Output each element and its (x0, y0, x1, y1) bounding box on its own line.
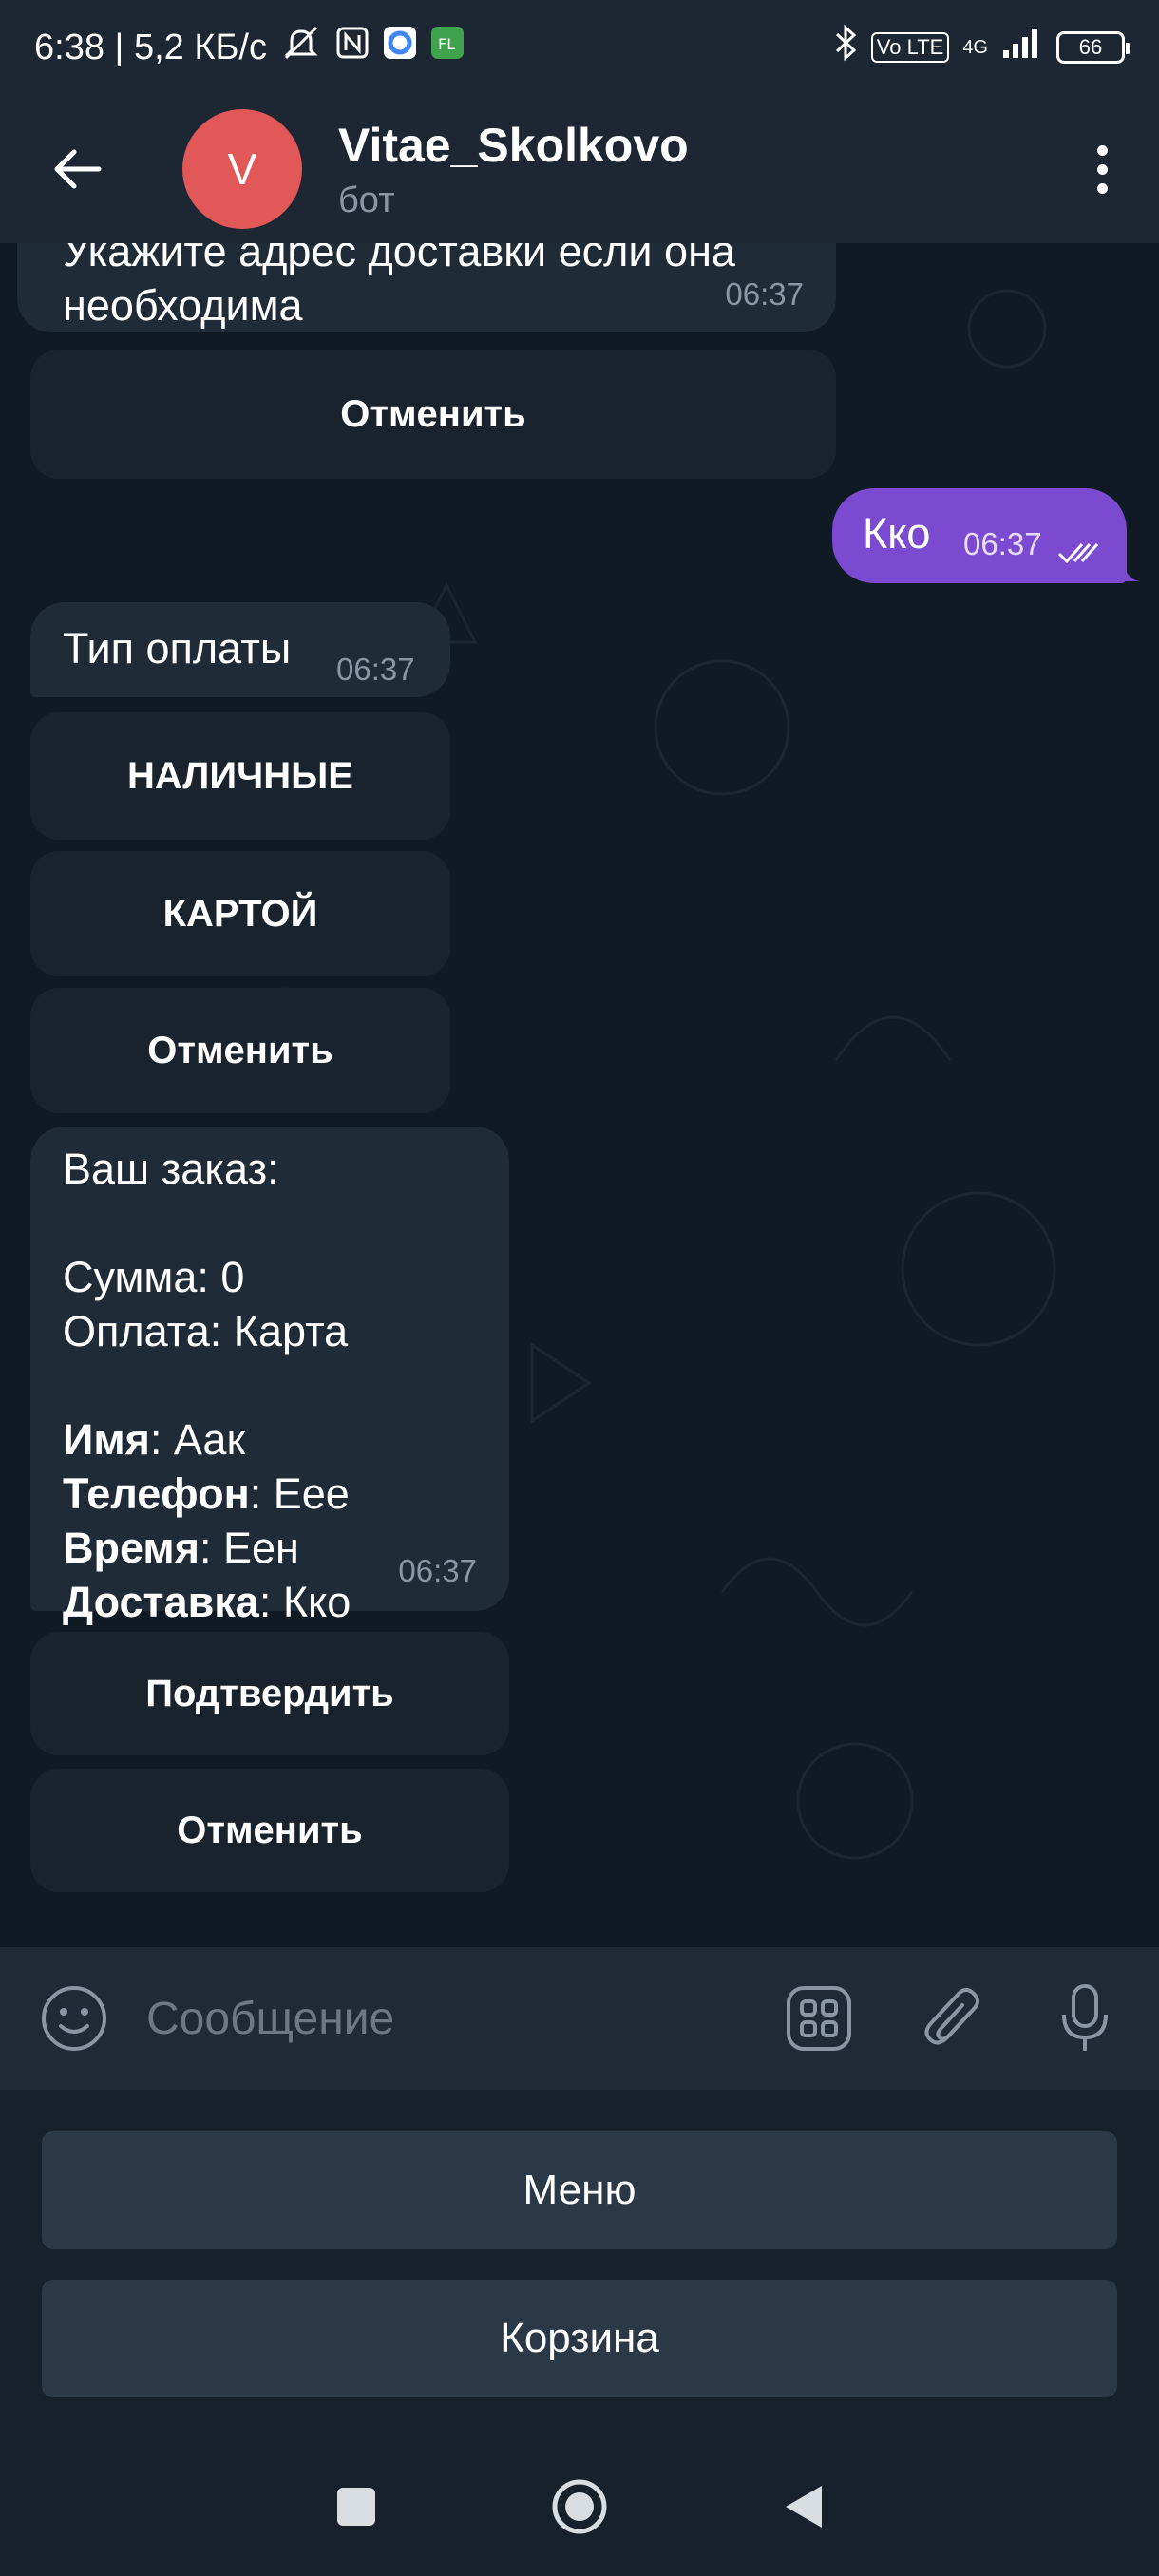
chat-title-block[interactable]: Vitae_Skolkovo бот (338, 118, 689, 221)
message-text: Тип оплаты (63, 624, 292, 672)
read-double-check-icon (1056, 528, 1104, 578)
system-nav-bar (0, 2441, 1159, 2576)
chat-header: V Vitae_Skolkovo бот (0, 95, 1159, 243)
bot-commands-grid-icon[interactable] (783, 1982, 855, 2055)
outgoing-bubble-tail (1121, 555, 1140, 581)
order-name-label: Имя (63, 1415, 150, 1464)
bot-avatar[interactable]: V (182, 109, 302, 229)
attach-paperclip-icon[interactable] (916, 1982, 988, 2055)
home-circle-icon[interactable] (550, 2477, 609, 2541)
chat-subtitle: бот (338, 180, 395, 220)
volte-badge: Vo LTE (870, 32, 950, 63)
microphone-icon[interactable] (1049, 1982, 1121, 2055)
message-time: 06:37 (398, 1553, 477, 1588)
battery-indicator: 66 (1056, 31, 1130, 64)
emoji-icon[interactable] (38, 1982, 110, 2055)
more-options-icon[interactable] (1083, 131, 1121, 207)
bluetooth-icon (833, 24, 858, 71)
message-text: необходима (63, 281, 303, 330)
order-delivery-value: : Кко (258, 1578, 352, 1626)
message-outgoing: Кко 06:37 (832, 488, 1127, 583)
mute-bell-icon (280, 24, 322, 71)
message-address-request: Укажите адрес доставки если она необходи… (17, 243, 836, 332)
signal-icon (1001, 26, 1043, 69)
order-time-label: Время (63, 1524, 200, 1572)
fl-app-icon: FL (430, 26, 465, 69)
inline-button-confirm[interactable]: Подтвердить (30, 1632, 509, 1755)
chat-title: Vitae_Skolkovo (338, 118, 689, 172)
reply-button-cart[interactable]: Корзина (42, 2280, 1117, 2397)
message-text: Кко (863, 509, 931, 558)
order-phone-label: Телефон (63, 1469, 250, 1518)
order-heading: Ваш заказ: (63, 1145, 279, 1193)
message-payment-type: Тип оплаты 06:37 (30, 602, 450, 697)
order-sum: Сумма: 0 (63, 1253, 245, 1301)
inline-button-cancel[interactable]: Отменить (30, 988, 450, 1113)
svg-text:FL: FL (438, 35, 455, 53)
nfc-icon (335, 26, 370, 69)
google-app-icon (383, 26, 417, 69)
message-input-bar: Сообщение (0, 1947, 1159, 2090)
recent-apps-square-icon[interactable] (333, 2484, 379, 2534)
inline-button-cash[interactable]: НАЛИЧНЫЕ (30, 712, 450, 840)
inline-button-cancel[interactable]: Отменить (30, 1769, 509, 1892)
status-time-speed: 6:38 | 5,2 КБ/с (34, 27, 267, 67)
order-name-value: : Аак (149, 1415, 246, 1464)
reply-button-menu[interactable]: Меню (42, 2131, 1117, 2249)
inline-button-cancel[interactable]: Отменить (30, 350, 836, 479)
order-time-value: : Еен (199, 1524, 299, 1572)
order-name: Имя: Аак (63, 1412, 477, 1467)
inline-button-card[interactable]: КАРТОЙ (30, 851, 450, 976)
message-order-summary: Ваш заказ: Сумма: 0 Оплата: Карта Имя: А… (30, 1127, 509, 1626)
order-phone: Телефон: Еее (63, 1467, 477, 1521)
message-time: 06:37 (963, 526, 1042, 561)
message-time: 06:37 (725, 276, 804, 312)
order-delivery-label: Доставка (63, 1578, 259, 1626)
back-arrow-icon[interactable] (38, 131, 114, 207)
network-type: 4G (962, 36, 988, 58)
back-triangle-icon[interactable] (780, 2482, 826, 2536)
status-bar: 6:38 | 5,2 КБ/с FL Vo LTE 4G 66 (0, 0, 1159, 95)
order-payment: Оплата: Карта (63, 1307, 349, 1355)
message-text-partial: Укажите адрес доставки если она (63, 243, 735, 275)
message-time: 06:37 (336, 652, 415, 687)
order-phone-value: : Еее (249, 1469, 350, 1518)
message-input[interactable]: Сообщение (146, 1993, 722, 2045)
chat-area[interactable]: Укажите адрес доставки если она необходи… (0, 243, 1159, 1947)
reply-keyboard: Меню Корзина (0, 2090, 1159, 2441)
